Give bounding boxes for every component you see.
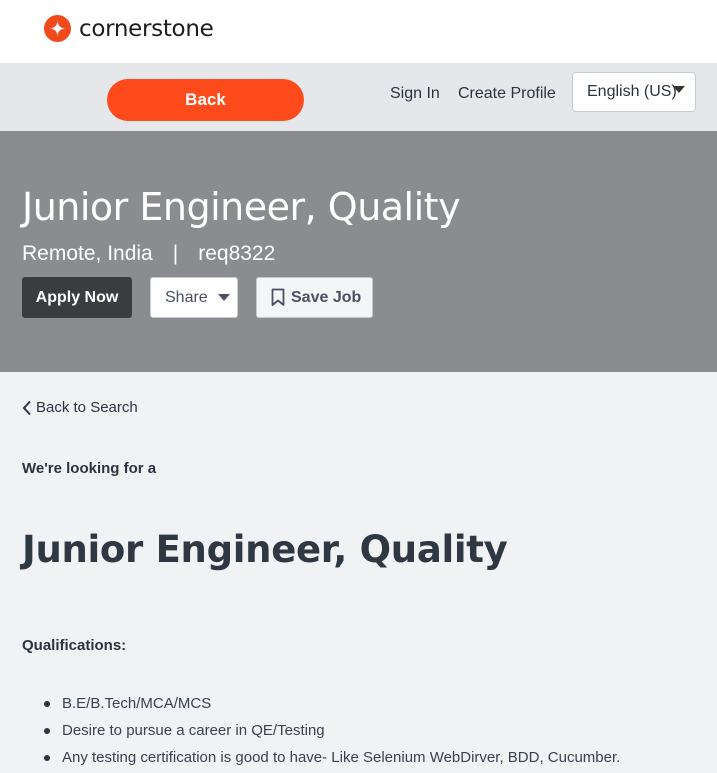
save-job-button[interactable]: Save Job	[256, 277, 373, 318]
job-req-id: req8322	[198, 242, 276, 265]
cornerstone-logo[interactable]: cornerstone	[44, 15, 214, 42]
list-item: Any testing certification is good to hav…	[44, 744, 620, 771]
list-item: B.E/B.Tech/MCA/MCS	[44, 690, 620, 717]
job-title-heading: Junior Engineer, Quality	[22, 528, 508, 571]
job-meta: Remote, India | req8322	[22, 242, 275, 266]
language-value: English (US)	[587, 83, 677, 100]
back-button[interactable]: Back	[107, 79, 304, 121]
share-button[interactable]: Share	[150, 277, 238, 318]
job-hero-banner: Junior Engineer, Quality Remote, India |…	[0, 131, 717, 372]
top-header: cornerstone	[0, 0, 717, 63]
share-label: Share	[165, 288, 208, 306]
chevron-left-icon	[22, 400, 31, 415]
list-item: Desire to pursue a career in QE/Testing	[44, 717, 620, 744]
bookmark-icon	[271, 288, 285, 306]
hero-job-title: Junior Engineer, Quality	[22, 185, 461, 229]
language-select[interactable]: English (US)	[572, 72, 696, 112]
qualifications-heading: Qualifications:	[22, 637, 127, 654]
nav-bar: Back Sign In Create Profile English (US)	[0, 63, 717, 131]
apply-now-button[interactable]: Apply Now	[22, 277, 132, 318]
caret-down-icon	[217, 294, 230, 301]
intro-text: We're looking for a	[22, 460, 157, 477]
cornerstone-star-icon	[44, 15, 71, 42]
back-to-search-label: Back to Search	[36, 399, 138, 416]
back-to-search-link[interactable]: Back to Search	[22, 399, 138, 416]
create-profile-link[interactable]: Create Profile	[458, 85, 556, 103]
sign-in-link[interactable]: Sign In	[390, 85, 440, 103]
qualifications-list: B.E/B.Tech/MCA/MCS Desire to pursue a ca…	[44, 690, 620, 771]
job-location: Remote, India	[22, 242, 153, 265]
caret-down-icon	[673, 86, 685, 93]
meta-separator: |	[172, 242, 179, 265]
brand-name: cornerstone	[79, 15, 214, 42]
save-job-label: Save Job	[291, 288, 362, 306]
